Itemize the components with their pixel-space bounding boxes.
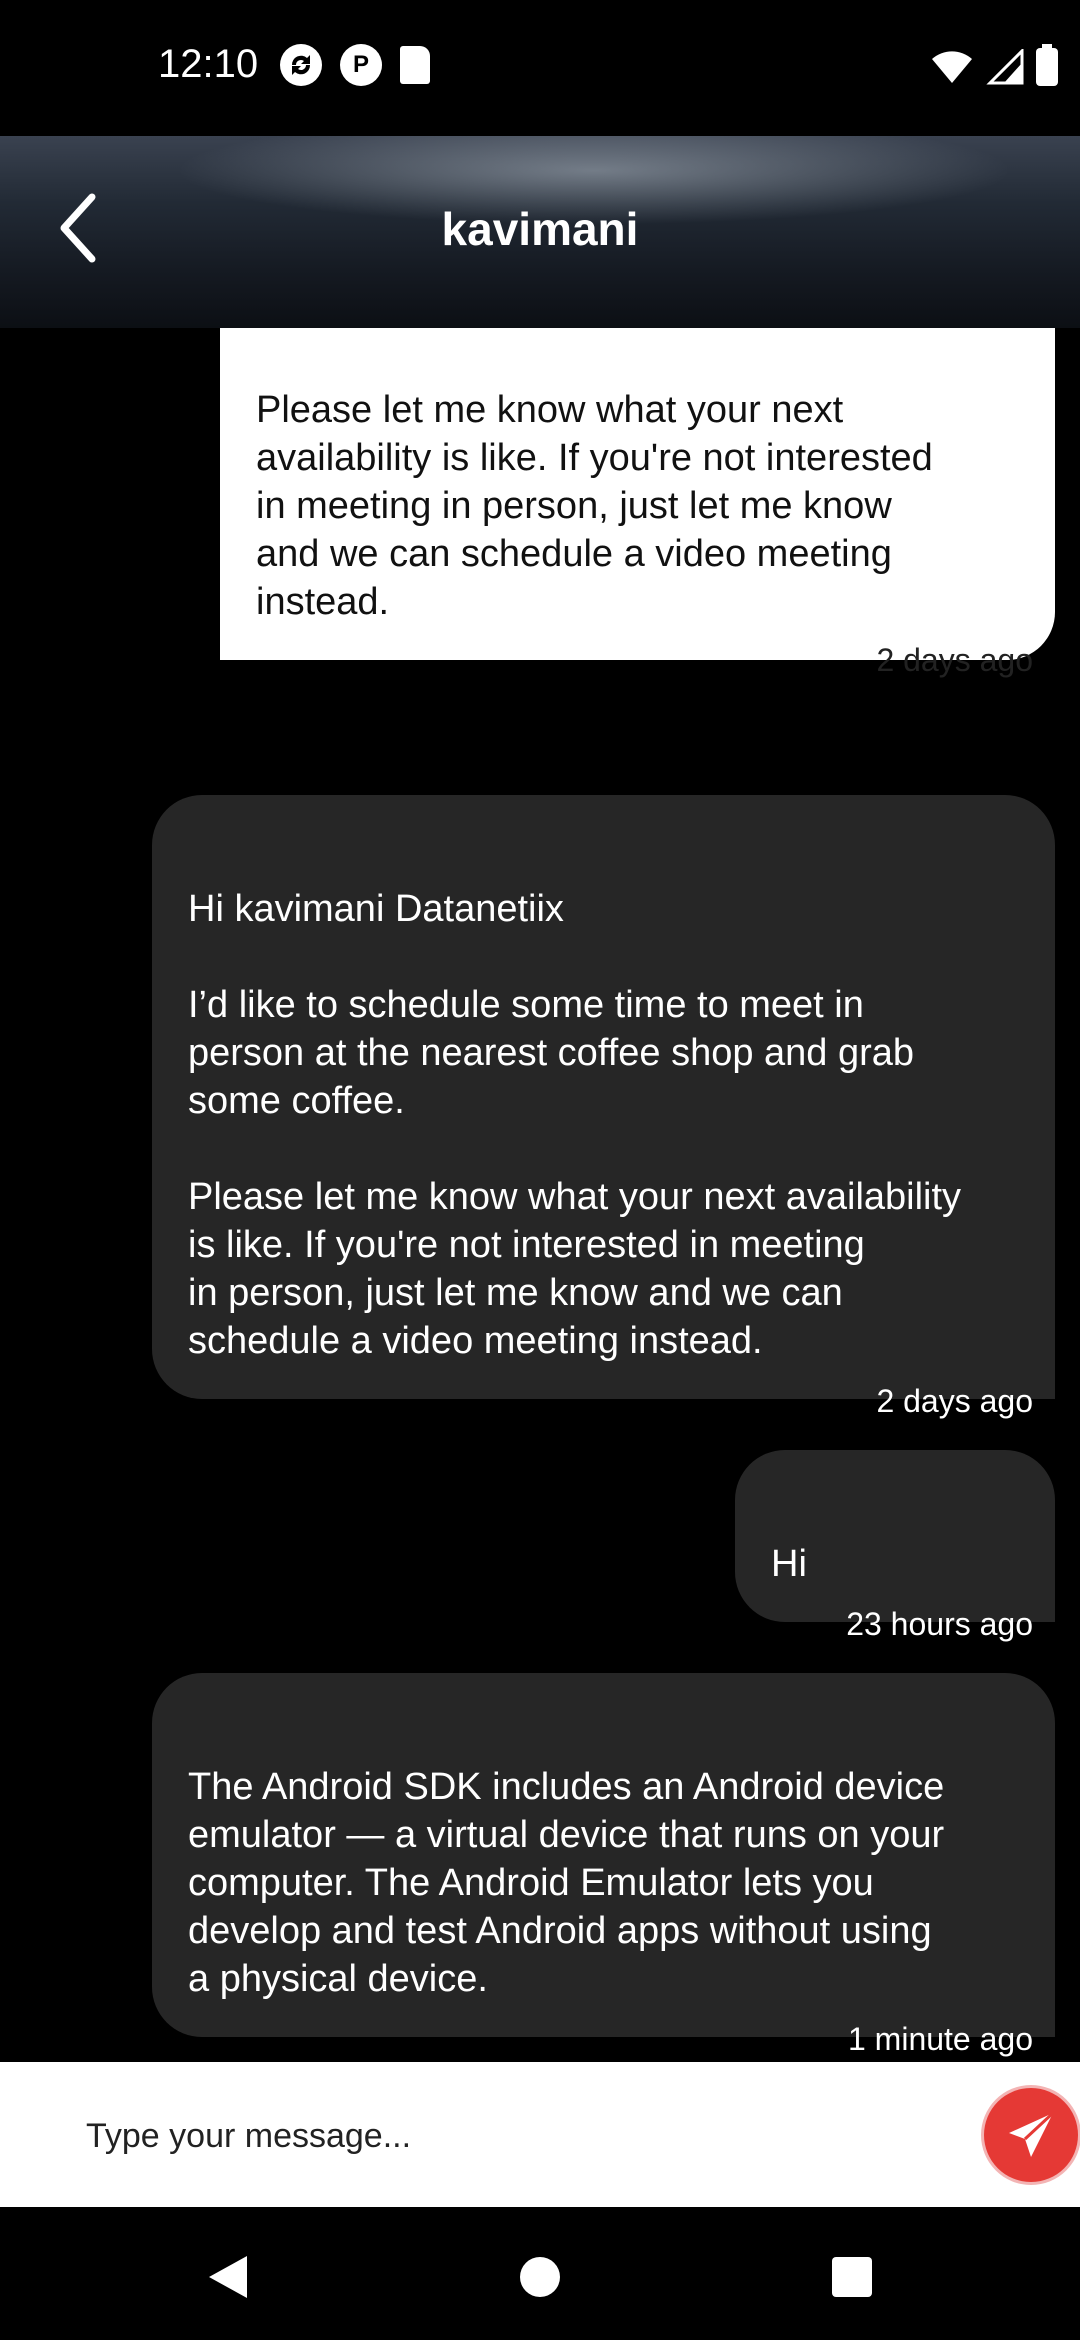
nav-back-icon [209, 2256, 247, 2298]
wifi-icon [932, 51, 972, 83]
message-timestamp: 1 minute ago [847, 2021, 1033, 2057]
message-timestamp: 2 days ago [876, 1383, 1033, 1419]
status-bar: 12:10 P [0, 0, 1080, 136]
send-button[interactable] [984, 2088, 1078, 2182]
message-text: The Android SDK includes an Android devi… [188, 1766, 945, 2000]
message-bubble: Hi kavimani Datanetiix I’d like to sched… [152, 795, 1055, 1419]
nav-home-icon [520, 2257, 560, 2297]
nav-back-button[interactable] [196, 2247, 256, 2307]
signal-icon [986, 49, 1024, 85]
system-nav-bar [0, 2207, 1080, 2340]
message-text: Hi kavimani Datanetiix I’d like to sched… [188, 888, 962, 1362]
chat-title: kavimani [441, 203, 639, 255]
message-bubble: The Android SDK includes an Android devi… [152, 1673, 1055, 2057]
message-bubble: Please let me know what your next availa… [220, 328, 1055, 678]
message-bubble: Hi 23 hours ago [735, 1450, 1055, 1642]
message-input[interactable] [84, 2100, 948, 2172]
nav-home-button[interactable] [510, 2247, 570, 2307]
message-timestamp: 2 days ago [876, 642, 1033, 678]
status-time: 12:10 [158, 42, 259, 86]
message-list[interactable]: Please let me know what your next availa… [0, 328, 1080, 2062]
message-timestamp: 23 hours ago [846, 1606, 1033, 1642]
status-icons-left: P [280, 44, 430, 86]
sd-card-icon [400, 46, 430, 84]
battery-icon [1036, 44, 1058, 86]
message-text: Please let me know what your next availa… [256, 389, 933, 623]
nav-recents-button[interactable] [822, 2247, 882, 2307]
paper-plane-icon [1009, 2111, 1055, 2157]
message-composer [0, 2062, 1080, 2207]
message-text: Hi [771, 1543, 807, 1585]
nav-recents-icon [832, 2257, 872, 2297]
sync-icon [280, 44, 322, 86]
status-icons-right [930, 44, 1058, 86]
p-badge-icon: P [340, 44, 382, 86]
app-header: kavimani [0, 136, 1080, 328]
